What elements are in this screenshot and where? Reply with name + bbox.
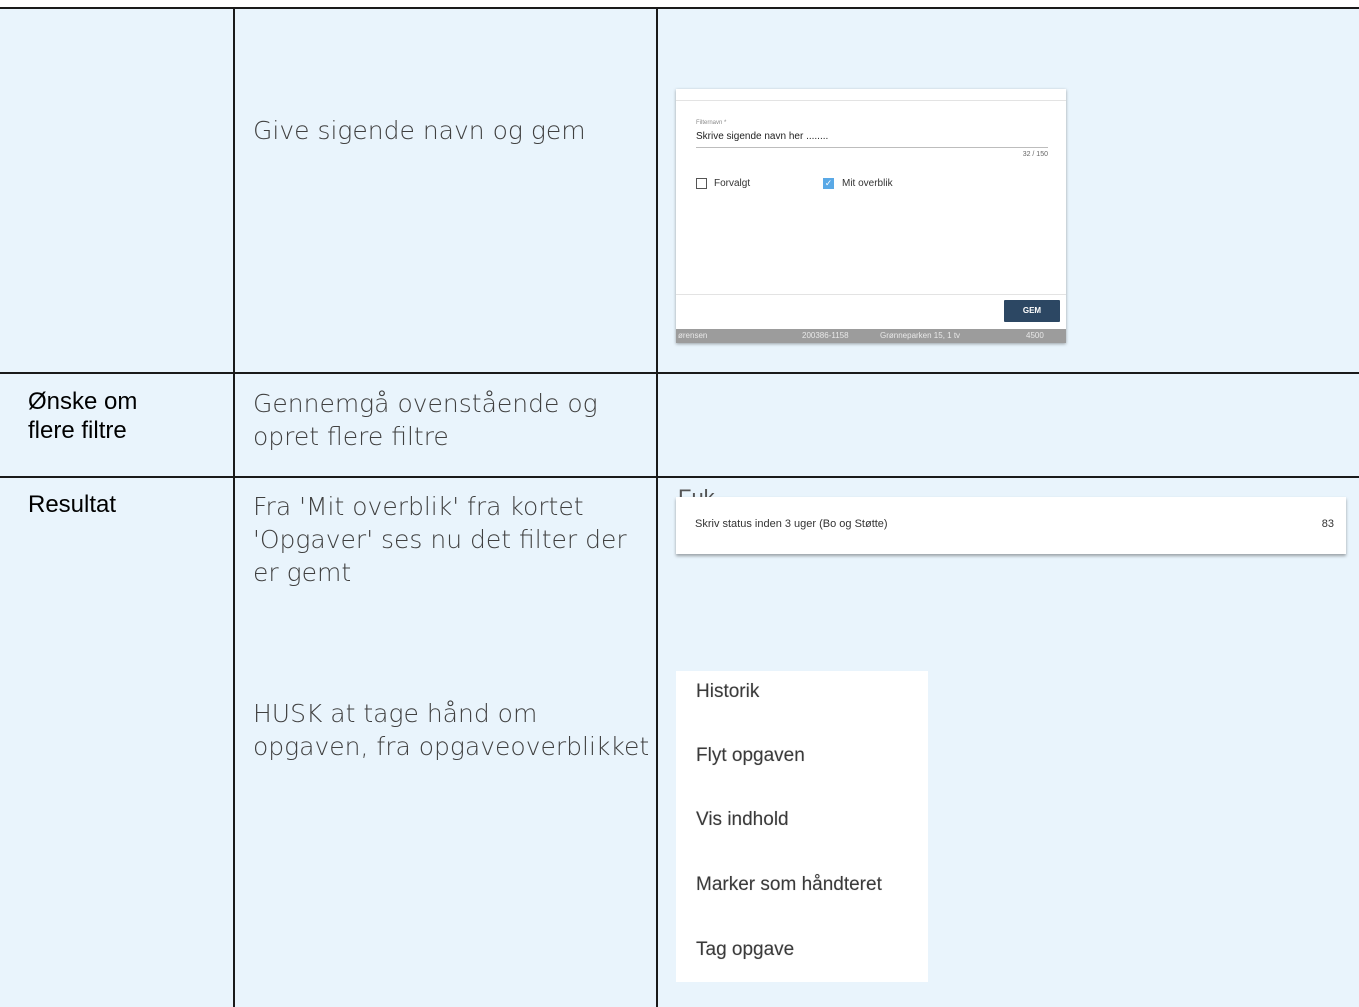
saved-filter-card[interactable]: Skriv status inden 3 uger (Bo og Støtte)…	[676, 497, 1346, 554]
saved-filter-name: Skriv status inden 3 uger (Bo og Støtte)	[695, 518, 888, 530]
menu-item-take-task[interactable]: Tag opgave	[696, 939, 794, 961]
background-cell: Grønneparken 15, 1 tv	[880, 331, 961, 340]
row-divider	[0, 476, 1359, 478]
menu-item-history[interactable]: Historik	[696, 681, 759, 703]
table-top-border	[0, 7, 1359, 9]
row2-label: Ønske om flere filtre	[28, 388, 138, 444]
default-checkbox[interactable]	[696, 178, 707, 189]
default-checkbox-label: Forvalgt	[714, 178, 751, 189]
menu-item-mark-handled[interactable]: Marker som håndteret	[696, 874, 882, 896]
row3-label: Resultat	[28, 491, 117, 518]
row3-label-cell	[0, 477, 234, 1007]
menu-item-show-content[interactable]: Vis indhold	[696, 809, 789, 831]
row-divider	[0, 372, 1359, 374]
card-title: Fuk	[678, 485, 715, 497]
row2-image-cell	[657, 373, 1359, 477]
row3-description-result: Fra 'Mit overblik' fra kortet 'Opgaver' …	[253, 492, 627, 587]
row1-description-cell	[234, 9, 657, 373]
overview-checkbox[interactable]: ✓	[823, 178, 834, 189]
check-icon: ✓	[824, 178, 833, 188]
column-divider	[233, 7, 235, 1007]
dialog-header-divider	[676, 100, 1066, 101]
row1-label-cell	[0, 9, 234, 373]
background-cell: 200386-1158	[802, 331, 849, 340]
filter-save-dialog: Filternavn * Skrive sigende navn her ...…	[676, 89, 1066, 343]
background-table-row: ørensen 200386-1158 Grønneparken 15, 1 t…	[676, 329, 1066, 343]
background-cell: 4500	[1026, 331, 1044, 340]
column-divider	[656, 7, 658, 1007]
save-button[interactable]: GEM	[1004, 300, 1060, 322]
row1-description: Give sigende navn og gem	[253, 116, 586, 145]
background-cell: ørensen	[678, 331, 708, 340]
menu-item-move-task[interactable]: Flyt opgaven	[696, 745, 805, 767]
dialog-footer-divider	[676, 294, 1066, 295]
row2-description: Gennemgå ovenstående og opret flere filt…	[253, 389, 598, 451]
row3-description-reminder: HUSK at tage hånd om opgaven, fra opgave…	[253, 699, 650, 761]
saved-filter-count: 83	[1321, 518, 1334, 530]
filter-name-label: Filternavn *	[696, 120, 727, 126]
filter-name-input[interactable]: Skrive sigende navn her ........	[696, 131, 828, 142]
filter-name-underline	[696, 147, 1048, 148]
character-counter: 32 / 150	[1022, 151, 1048, 158]
overview-checkbox-label: Mit overblik	[842, 178, 893, 189]
card-title-fragment: Fuk	[676, 483, 796, 497]
task-context-menu: Historik Flyt opgaven Vis indhold Marker…	[676, 671, 928, 982]
